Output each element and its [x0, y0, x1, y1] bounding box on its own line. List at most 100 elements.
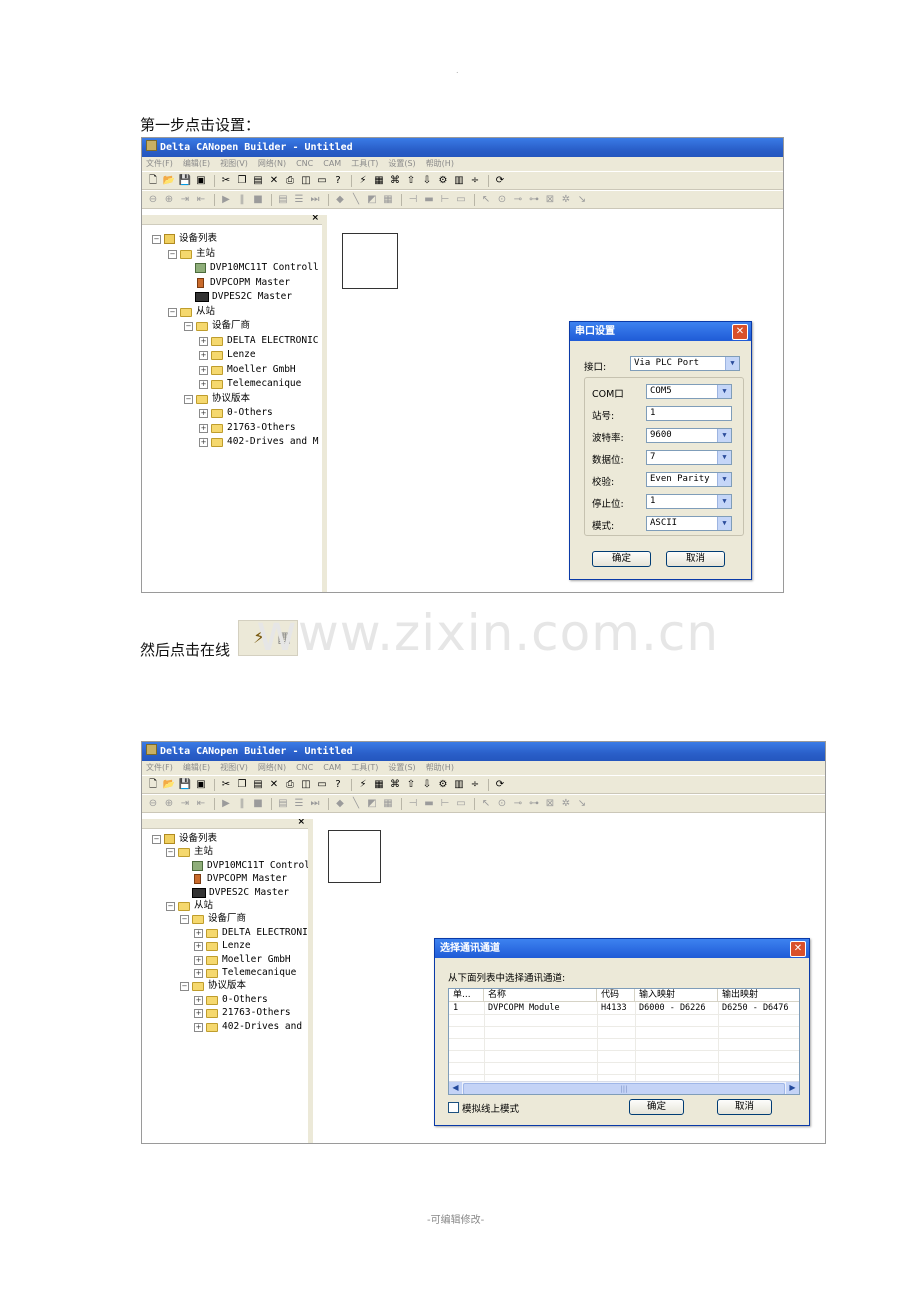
- cancel-button[interactable]: 取消: [666, 551, 725, 567]
- copy-icon[interactable]: ❐: [235, 174, 249, 188]
- tree-protocol-group[interactable]: − 协议版本: [180, 980, 246, 992]
- save-all-icon[interactable]: ▣: [194, 778, 208, 792]
- master-node-box[interactable]: [328, 830, 381, 883]
- master-node-box[interactable]: [342, 233, 398, 289]
- tree-item[interactable]: +402-Drives and M: [199, 436, 319, 448]
- col-header-output[interactable]: 输出映射: [718, 989, 799, 1002]
- line-icon[interactable]: ╲: [349, 193, 363, 207]
- chevron-down-icon[interactable]: ▼: [717, 473, 731, 486]
- scroll-right-icon[interactable]: ▶: [786, 1082, 799, 1094]
- expand-icon[interactable]: +: [199, 423, 208, 433]
- tree-item[interactable]: + DELTA ELECTRONIC: [194, 927, 308, 939]
- delete-icon[interactable]: ✕: [267, 778, 281, 792]
- tools-icon[interactable]: ✲: [559, 797, 573, 811]
- horizontal-scrollbar[interactable]: ◀ ||| ▶: [449, 1081, 799, 1094]
- col-header-input[interactable]: 输入映射: [635, 989, 718, 1002]
- help-icon[interactable]: ?: [331, 174, 345, 188]
- align-center-icon[interactable]: ▬: [422, 193, 436, 207]
- pointer-icon[interactable]: ↖: [479, 193, 493, 207]
- align-center-icon[interactable]: ▬: [422, 797, 436, 811]
- tree-item[interactable]: +0-Others: [194, 994, 268, 1006]
- tools-icon[interactable]: ✲: [559, 193, 573, 207]
- scan-icon[interactable]: ⌘: [388, 778, 402, 792]
- zoom-in-icon[interactable]: ⊕: [162, 193, 176, 207]
- list-icon[interactable]: ☰: [292, 797, 306, 811]
- next-icon[interactable]: ⏭: [308, 797, 322, 811]
- wand-icon[interactable]: ↘: [575, 193, 589, 207]
- expand-icon[interactable]: +: [194, 941, 203, 951]
- col-header-code[interactable]: 代码: [597, 989, 635, 1002]
- ok-button[interactable]: 确定: [592, 551, 651, 567]
- tree-item[interactable]: + Telemecanique: [199, 378, 301, 390]
- collapse-icon[interactable]: −: [180, 914, 189, 924]
- stopbits-select[interactable]: 1 ▼: [646, 494, 732, 509]
- tree-item[interactable]: DVP10MC11T Controll: [195, 262, 319, 274]
- chart-icon[interactable]: ▤: [276, 797, 290, 811]
- tree-item[interactable]: +21763-Others: [199, 422, 296, 434]
- expand-icon[interactable]: +: [199, 365, 208, 375]
- align-left-icon[interactable]: ⊣: [406, 797, 420, 811]
- open-folder-icon[interactable]: 📂: [162, 778, 176, 792]
- next-icon[interactable]: ⏭: [308, 193, 322, 207]
- collapse-icon[interactable]: −: [152, 234, 161, 244]
- align-left-icon[interactable]: ⊣: [406, 193, 420, 207]
- align-right-icon[interactable]: ⊢: [438, 193, 452, 207]
- menu-settings[interactable]: 设置(S): [388, 159, 415, 168]
- collapse-icon[interactable]: −: [184, 394, 193, 404]
- menu-cam[interactable]: CAM: [323, 763, 341, 772]
- close-icon[interactable]: ✕: [790, 941, 806, 957]
- pause-icon[interactable]: ‖: [235, 193, 249, 207]
- node-icon[interactable]: ⊸: [511, 797, 525, 811]
- fill-icon[interactable]: ▭: [454, 797, 468, 811]
- mode-select[interactable]: ASCII ▼: [646, 516, 732, 531]
- scroll-thumb[interactable]: |||: [463, 1083, 785, 1094]
- stop-icon[interactable]: ■: [251, 193, 265, 207]
- tree-master-group[interactable]: − 主站: [168, 248, 215, 260]
- tree-item[interactable]: DVP10MC11T Controll: [192, 860, 308, 872]
- expand-icon[interactable]: +: [199, 336, 208, 346]
- divide-icon[interactable]: ÷: [468, 778, 482, 792]
- port-select[interactable]: Via PLC Port ▼: [630, 356, 740, 371]
- menu-cnc[interactable]: CNC: [296, 159, 313, 168]
- menu-cam[interactable]: CAM: [323, 159, 341, 168]
- point-icon[interactable]: ◆: [333, 193, 347, 207]
- link-icon[interactable]: ⊶: [527, 797, 541, 811]
- expand-icon[interactable]: +: [194, 955, 203, 965]
- tree-item[interactable]: + Moeller GmbH: [194, 954, 291, 966]
- expand-icon[interactable]: +: [194, 995, 203, 1005]
- chart-icon[interactable]: ▤: [276, 193, 290, 207]
- collapse-icon[interactable]: −: [168, 249, 177, 259]
- stop-icon[interactable]: ■: [251, 797, 265, 811]
- step-forward-icon[interactable]: ⇥: [178, 193, 192, 207]
- zoom-out-icon[interactable]: ⊖: [146, 797, 160, 811]
- cancel-button[interactable]: 取消: [717, 1099, 772, 1115]
- expand-icon[interactable]: +: [199, 408, 208, 418]
- expand-icon[interactable]: +: [199, 350, 208, 360]
- refresh-icon[interactable]: ⟳: [493, 174, 507, 188]
- layout-icon[interactable]: ◫: [299, 778, 313, 792]
- open-folder-icon[interactable]: 📂: [162, 174, 176, 188]
- tree-item[interactable]: DVPES2C Master: [195, 291, 292, 303]
- chevron-down-icon[interactable]: ▼: [725, 357, 739, 370]
- upload-icon[interactable]: ⇧: [404, 778, 418, 792]
- menu-view[interactable]: 视图(V): [220, 763, 248, 772]
- settings-icon[interactable]: ⚙: [436, 778, 450, 792]
- menu-file[interactable]: 文件(F): [146, 159, 173, 168]
- simulate-checkbox[interactable]: 模拟线上模式: [448, 1101, 519, 1115]
- chevron-down-icon[interactable]: ▼: [717, 451, 731, 464]
- pause-icon[interactable]: ‖: [235, 797, 249, 811]
- offline-icon[interactable]: ▦: [372, 174, 386, 188]
- zoom-out-icon[interactable]: ⊖: [146, 193, 160, 207]
- offline-icon[interactable]: ▦: [372, 778, 386, 792]
- step-back-icon[interactable]: ⇤: [194, 797, 208, 811]
- menu-help[interactable]: 帮助(H): [426, 763, 454, 772]
- menu-settings[interactable]: 设置(S): [388, 763, 415, 772]
- menu-file[interactable]: 文件(F): [146, 763, 173, 772]
- download-icon[interactable]: ⇩: [420, 778, 434, 792]
- zoom-in-icon[interactable]: ⊕: [162, 797, 176, 811]
- play-icon[interactable]: ▶: [219, 193, 233, 207]
- delete-icon[interactable]: ✕: [267, 174, 281, 188]
- expand-icon[interactable]: +: [194, 1022, 203, 1032]
- table-icon[interactable]: ▦: [381, 193, 395, 207]
- expand-icon[interactable]: +: [199, 437, 208, 447]
